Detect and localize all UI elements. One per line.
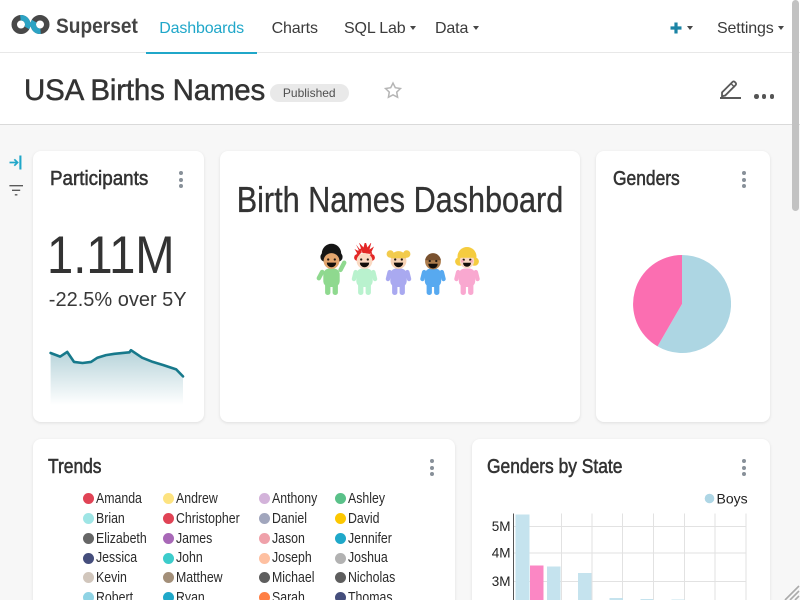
svg-text:3M: 3M (491, 574, 510, 589)
svg-text:4M: 4M (491, 545, 510, 560)
svg-text:Boys: Boys (716, 490, 747, 506)
svg-text:5M: 5M (491, 519, 510, 534)
